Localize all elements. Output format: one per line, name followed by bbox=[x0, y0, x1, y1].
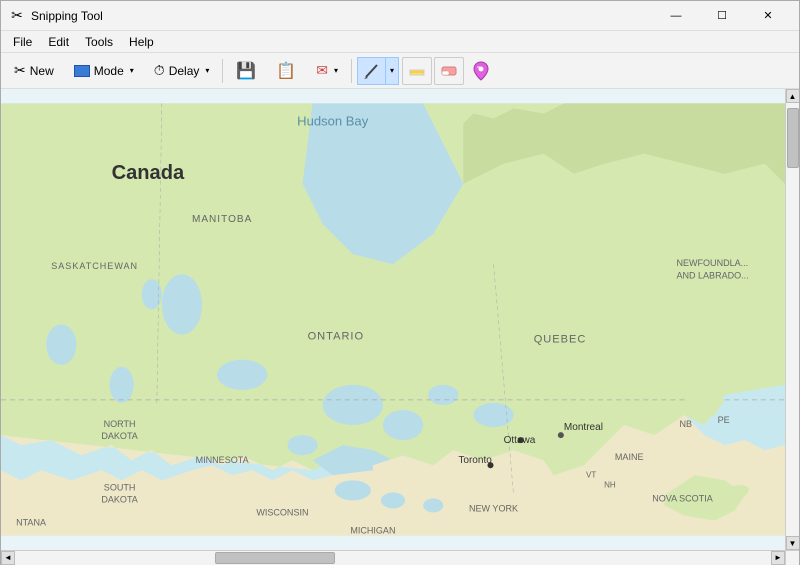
svg-text:NEWFOUNDLA...: NEWFOUNDLA... bbox=[676, 258, 748, 268]
svg-text:PE: PE bbox=[718, 415, 730, 425]
svg-text:NEW YORK: NEW YORK bbox=[469, 503, 518, 513]
mode-label: Mode bbox=[94, 64, 124, 78]
scroll-thumb-bottom[interactable] bbox=[215, 552, 335, 564]
app-window: ✂ Snipping Tool — ☐ ✕ File Edit Tools He… bbox=[0, 0, 800, 565]
menu-help[interactable]: Help bbox=[121, 33, 162, 51]
svg-text:Hudson Bay: Hudson Bay bbox=[297, 114, 369, 129]
svg-text:VT: VT bbox=[586, 470, 596, 479]
scroll-track-right[interactable] bbox=[786, 103, 800, 536]
svg-text:SOUTH: SOUTH bbox=[104, 482, 136, 492]
new-label: New bbox=[30, 64, 54, 78]
svg-text:DAKOTA: DAKOTA bbox=[101, 494, 137, 504]
highlighter-icon bbox=[408, 62, 426, 80]
menu-file[interactable]: File bbox=[5, 33, 40, 51]
svg-text:MAINE: MAINE bbox=[615, 452, 644, 462]
svg-text:Montreal: Montreal bbox=[564, 422, 603, 433]
svg-text:QUEBEC: QUEBEC bbox=[534, 334, 587, 346]
svg-text:WISCONSIN: WISCONSIN bbox=[256, 508, 308, 518]
scrollbar-bottom: ◄ ► bbox=[1, 551, 785, 564]
scroll-up-icon: ▲ bbox=[789, 92, 797, 101]
copy-button[interactable]: 📋 bbox=[267, 57, 305, 85]
scroll-thumb-right[interactable] bbox=[787, 108, 799, 168]
pin-button[interactable] bbox=[466, 57, 496, 85]
pen-tool-group: ▾ bbox=[356, 57, 400, 85]
menu-tools[interactable]: Tools bbox=[77, 33, 121, 51]
window-title: Snipping Tool bbox=[31, 9, 653, 23]
separator-2 bbox=[351, 59, 352, 83]
mode-button[interactable]: Mode ▾ bbox=[65, 57, 143, 85]
send-icon: ✉ bbox=[316, 62, 328, 79]
scroll-up-button[interactable]: ▲ bbox=[786, 89, 800, 103]
new-icon: ✂ bbox=[14, 62, 26, 79]
minimize-button[interactable]: — bbox=[653, 1, 699, 31]
svg-text:NB: NB bbox=[679, 419, 692, 429]
new-button[interactable]: ✂ New bbox=[5, 57, 63, 85]
scroll-corner bbox=[785, 551, 799, 565]
mode-dropdown-arrow: ▾ bbox=[130, 66, 134, 75]
send-dropdown-arrow: ▾ bbox=[334, 66, 338, 75]
delay-dropdown-arrow: ▾ bbox=[205, 66, 209, 75]
svg-text:SASKATCHEWAN: SASKATCHEWAN bbox=[51, 261, 138, 271]
pen-icon bbox=[363, 62, 381, 80]
mode-icon bbox=[74, 65, 90, 77]
separator-1 bbox=[222, 59, 223, 83]
menu-edit[interactable]: Edit bbox=[40, 33, 77, 51]
scroll-down-icon: ▼ bbox=[789, 539, 797, 548]
svg-text:MANITOBA: MANITOBA bbox=[192, 214, 252, 225]
svg-text:NTANA: NTANA bbox=[16, 518, 46, 528]
svg-text:NOVA SCOTIA: NOVA SCOTIA bbox=[652, 493, 713, 503]
svg-text:Toronto: Toronto bbox=[458, 455, 492, 466]
close-button[interactable]: ✕ bbox=[745, 1, 791, 31]
svg-text:DAKOTA: DAKOTA bbox=[101, 431, 137, 441]
highlighter-button[interactable] bbox=[402, 57, 432, 85]
svg-text:Canada: Canada bbox=[112, 162, 185, 184]
svg-text:MICHIGAN: MICHIGAN bbox=[350, 526, 395, 536]
delay-label: Delay bbox=[169, 64, 200, 78]
send-button[interactable]: ✉ ▾ bbox=[307, 57, 347, 85]
delay-icon: ⏱ bbox=[154, 62, 165, 79]
svg-text:NH: NH bbox=[604, 480, 616, 489]
copy-icon: 📋 bbox=[276, 61, 296, 81]
map-svg: Hudson Bay Canada MANITOBA SASKATCHEWAN … bbox=[1, 89, 785, 550]
bottom-bar: ◄ ► bbox=[1, 550, 799, 564]
menu-bar: File Edit Tools Help bbox=[1, 31, 799, 53]
window-controls: — ☐ ✕ bbox=[653, 1, 791, 31]
delay-button[interactable]: ⏱ Delay ▾ bbox=[145, 57, 219, 85]
svg-text:NORTH: NORTH bbox=[104, 419, 136, 429]
scroll-track-bottom[interactable] bbox=[15, 551, 771, 565]
svg-text:ONTARIO: ONTARIO bbox=[308, 331, 365, 343]
pen-button[interactable] bbox=[357, 57, 385, 85]
maximize-button[interactable]: ☐ bbox=[699, 1, 745, 31]
content-area: Hudson Bay Canada MANITOBA SASKATCHEWAN … bbox=[1, 89, 799, 550]
toolbar: ✂ New Mode ▾ ⏱ Delay ▾ 💾 📋 ✉ ▾ bbox=[1, 53, 799, 89]
scroll-right-icon: ► bbox=[774, 553, 782, 562]
save-button[interactable]: 💾 bbox=[227, 57, 265, 85]
map-area[interactable]: Hudson Bay Canada MANITOBA SASKATCHEWAN … bbox=[1, 89, 785, 550]
svg-text:MINNESOTA: MINNESOTA bbox=[196, 455, 249, 465]
eraser-button[interactable] bbox=[434, 57, 464, 85]
save-icon: 💾 bbox=[236, 61, 256, 81]
scroll-left-icon: ◄ bbox=[4, 553, 12, 562]
scroll-left-button[interactable]: ◄ bbox=[1, 551, 15, 565]
scroll-down-button[interactable]: ▼ bbox=[786, 536, 800, 550]
pen-dropdown-arrow[interactable]: ▾ bbox=[385, 57, 399, 85]
pin-icon bbox=[472, 60, 490, 82]
app-icon: ✂ bbox=[9, 8, 25, 24]
svg-text:Ottawa: Ottawa bbox=[504, 435, 536, 446]
title-bar: ✂ Snipping Tool — ☐ ✕ bbox=[1, 1, 799, 31]
scroll-right-button[interactable]: ► bbox=[771, 551, 785, 565]
scrollbar-right: ▲ ▼ bbox=[785, 89, 799, 550]
eraser-icon bbox=[439, 62, 459, 80]
svg-text:AND LABRADO...: AND LABRADO... bbox=[676, 270, 748, 280]
